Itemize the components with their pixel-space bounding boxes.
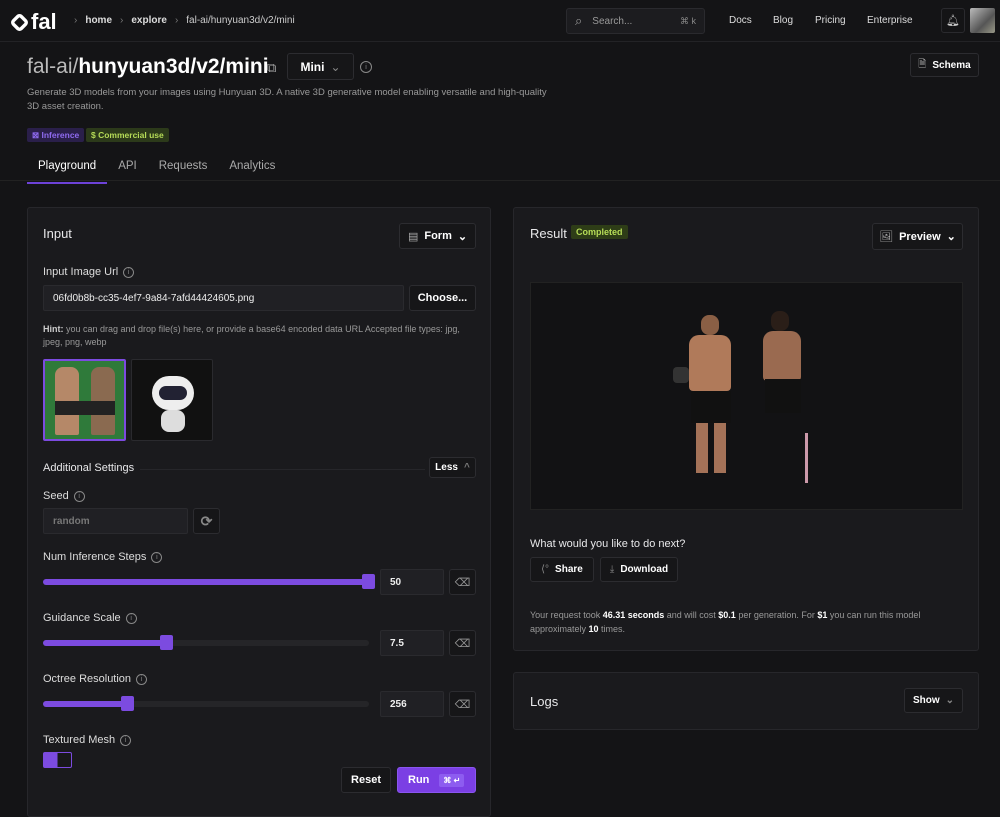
badge-commercial: $ Commercial use <box>86 128 169 142</box>
slider-thumb[interactable] <box>120 696 134 711</box>
slider-value-input[interactable]: 7.5 <box>380 630 444 656</box>
nav-enterprise[interactable]: Enterprise <box>867 15 913 26</box>
info-icon[interactable]: i <box>120 734 132 746</box>
breadcrumb-model[interactable]: fal-ai/hunyuan3d/v2/mini <box>186 15 294 26</box>
slider-label: Guidance Scale i <box>43 612 137 624</box>
fal-logo[interactable]: fal <box>9 9 57 35</box>
slider-track[interactable] <box>43 635 369 650</box>
slider-fill <box>43 701 128 707</box>
nav-docs[interactable]: Docs <box>729 15 752 26</box>
chevron-down-icon: ⌄ <box>457 230 468 243</box>
less-button[interactable]: Less ^ <box>429 457 476 478</box>
info-icon[interactable]: i <box>123 266 135 278</box>
example-image-1[interactable] <box>43 359 126 441</box>
refresh-icon: ⟳ <box>200 512 213 529</box>
divider <box>0 180 1000 181</box>
result-panel: Result Completed 🖼︎ Preview ⌄ What would y… <box>513 207 979 651</box>
slider-thumb[interactable] <box>362 574 375 589</box>
request-stats: Your request took 46.31 seconds and will… <box>530 610 921 634</box>
breadcrumb-explore[interactable]: explore <box>131 15 167 26</box>
slider-label: Num Inference Steps i <box>43 551 163 563</box>
breadcrumb-home[interactable]: home <box>85 15 112 26</box>
divider <box>140 469 425 470</box>
info-icon[interactable]: i <box>136 673 148 685</box>
logs-title: Logs <box>530 694 559 709</box>
info-icon[interactable]: i <box>125 612 137 624</box>
nav-pricing[interactable]: Pricing <box>815 15 846 26</box>
download-icon: ⤓ <box>609 564 615 575</box>
model-description: Generate 3D models from your images usin… <box>27 87 547 112</box>
search-icon: ⌕ <box>575 13 583 28</box>
reset-button[interactable]: Reset <box>341 767 391 793</box>
input-panel: Input ▤ Form ⌄ Input Image Url i 06fd0b8b-c… <box>27 207 491 817</box>
nav-blog[interactable]: Blog <box>773 15 793 26</box>
avatar[interactable] <box>970 8 995 33</box>
eraser-icon: ⌫ <box>454 576 471 589</box>
slider-value-input[interactable]: 50 <box>380 569 444 595</box>
chevron-up-icon: ^ <box>463 462 470 473</box>
image-icon: 🖼︎ <box>879 231 894 243</box>
slider-track[interactable] <box>43 696 369 711</box>
notifications-button[interactable]: 🔔︎ <box>941 8 965 33</box>
preview-select[interactable]: 🖼︎ Preview ⌄ <box>872 223 963 250</box>
schema-button[interactable]: 🗎︎ Schema <box>910 53 979 77</box>
next-prompt: What would you like to do next? <box>530 538 686 550</box>
clear-value-button[interactable]: ⌫ <box>449 569 476 595</box>
input-title: Input <box>43 226 72 241</box>
eraser-icon: ⌫ <box>454 698 471 711</box>
share-button[interactable]: ⟨° Share <box>530 557 594 582</box>
bell-icon: 🔔︎ <box>946 15 960 27</box>
variant-select[interactable]: Mini ⌄ <box>287 53 354 80</box>
info-icon[interactable]: i <box>151 551 163 563</box>
badge-inference: ⊠ Inference <box>27 128 85 142</box>
upload-hint: Hint: you can drag and drop file(s) here… <box>43 324 460 347</box>
result-title: Result <box>530 226 567 241</box>
share-icon: ⟨° <box>541 564 550 575</box>
seed-input[interactable]: random <box>43 508 188 534</box>
textured-mesh-toggle[interactable] <box>43 752 72 768</box>
slider-fill <box>43 640 167 646</box>
slider-track[interactable] <box>43 574 375 589</box>
example-image-2[interactable] <box>131 359 213 441</box>
search-shortcut: ⌘ k <box>679 15 696 26</box>
choose-file-button[interactable]: Choose... <box>409 285 476 311</box>
run-shortcut: ⌘ ↵ <box>439 773 465 787</box>
layout-icon: ▤ <box>407 230 419 243</box>
copy-icon[interactable]: ⧉ <box>267 60 276 76</box>
run-button[interactable]: Run ⌘ ↵ <box>397 767 476 793</box>
randomize-seed-button[interactable]: ⟳ <box>193 508 220 534</box>
info-icon[interactable]: i <box>73 490 85 502</box>
status-badge: Completed <box>571 225 628 239</box>
top-bar: fal › home › explore › fal-ai/hunyuan3d/v2/… <box>0 0 1000 42</box>
chevron-down-icon: ⌄ <box>946 231 956 243</box>
page-title: fal-ai/hunyuan3d/v2/mini <box>27 55 269 78</box>
clear-value-button[interactable]: ⌫ <box>449 691 476 717</box>
slider-label: Octree Resolution i <box>43 673 148 685</box>
logs-panel: Logs Show ⌄ <box>513 672 979 730</box>
file-icon: 🗎︎ <box>918 58 927 70</box>
chevron-down-icon: ⌄ <box>945 695 955 706</box>
image-url-label: Input Image Url i <box>43 266 135 278</box>
image-url-input[interactable]: 06fd0b8b-cc35-4ef7-9a84-7afd44424605.png <box>43 285 404 311</box>
form-mode-select[interactable]: ▤ Form ⌄ <box>399 223 476 249</box>
clear-value-button[interactable]: ⌫ <box>449 630 476 656</box>
download-button[interactable]: ⤓ Download <box>600 557 678 582</box>
breadcrumb: › home › explore › fal-ai/hunyuan3d/v2/mini <box>74 15 295 26</box>
slider-value-input[interactable]: 256 <box>380 691 444 717</box>
slider-thumb[interactable] <box>159 635 173 650</box>
slider-fill <box>43 579 369 585</box>
additional-settings-label: Additional Settings <box>43 462 135 474</box>
show-logs-button[interactable]: Show ⌄ <box>904 688 963 713</box>
eraser-icon: ⌫ <box>454 637 471 650</box>
3d-model-viewer[interactable] <box>530 282 963 510</box>
logo-icon <box>9 11 30 33</box>
textured-mesh-label: Textured Mesh i <box>43 734 132 746</box>
info-icon[interactable]: i <box>360 61 372 73</box>
search-input[interactable]: ⌕ Search... ⌘ k <box>566 8 705 34</box>
seed-label: Seed i <box>43 490 85 502</box>
chevron-down-icon: ⌄ <box>330 59 341 74</box>
